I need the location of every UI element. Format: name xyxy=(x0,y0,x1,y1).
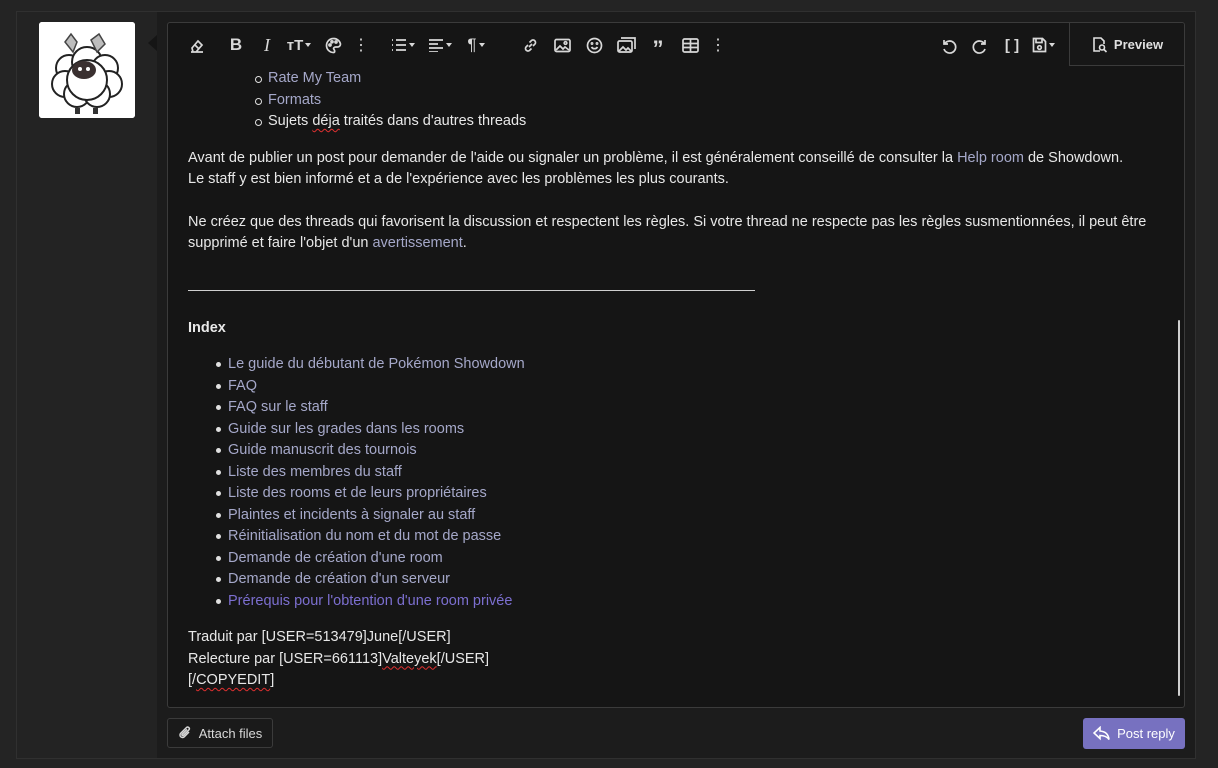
preview-label: Preview xyxy=(1113,36,1164,52)
table-icon[interactable] xyxy=(674,31,706,59)
list-item[interactable]: Liste des rooms et de leurs propriétaire… xyxy=(188,483,1164,505)
image-icon[interactable] xyxy=(546,31,578,59)
attach-files-label: Attach files xyxy=(198,725,263,741)
misspelled-word: COPYEDIT xyxy=(196,672,271,688)
save-draft-icon[interactable] xyxy=(1028,31,1058,59)
post-reply-label: Post reply xyxy=(1117,726,1175,741)
index-link[interactable]: Demande de création d'une room xyxy=(228,550,443,566)
list-item[interactable]: Plaintes et incidents à signaler au staf… xyxy=(188,505,1164,527)
sub-list: Rate My Team Formats Sujets déja traités… xyxy=(188,68,1164,133)
paragraph-help: Avant de publier un post pour demander d… xyxy=(188,148,1164,191)
list-text: traités dans d'autres threads xyxy=(339,113,527,129)
link-icon[interactable] xyxy=(514,31,546,59)
list-item[interactable]: Guide manuscrit des tournois xyxy=(188,440,1164,462)
message-editor[interactable]: B I тT ⋮ ¶ ” ⋮ [] Preview Rate My Team … xyxy=(167,22,1185,708)
paragraph-rules: Ne créez que des threads qui favorisent … xyxy=(188,212,1164,255)
preview-button[interactable]: Preview xyxy=(1069,23,1184,66)
index-link[interactable]: Plaintes et incidents à signaler au staf… xyxy=(228,507,475,523)
paragraph-icon[interactable]: ¶ xyxy=(458,31,494,59)
index-link[interactable]: FAQ xyxy=(228,378,257,394)
redo-icon[interactable] xyxy=(964,31,996,59)
index-link[interactable]: Guide sur les grades dans les rooms xyxy=(228,421,464,437)
media-icon[interactable] xyxy=(610,31,642,59)
user-column xyxy=(17,12,157,758)
sub-link-formats[interactable]: Formats xyxy=(268,92,321,108)
list-item[interactable]: Guide sur les grades dans les rooms xyxy=(188,419,1164,441)
credits: Traduit par [USER=513479]June[/USER] Rel… xyxy=(188,627,1164,692)
list-item[interactable]: Demande de création d'un serveur xyxy=(188,569,1164,591)
reply-icon xyxy=(1093,726,1110,741)
list-item[interactable]: Rate My Team xyxy=(188,68,1164,90)
editor-toolbar: B I тT ⋮ ¶ ” ⋮ [] Preview xyxy=(168,23,1184,67)
text: Le staff y est bien informé et a de l'ex… xyxy=(188,171,729,187)
preview-icon xyxy=(1093,36,1107,53)
index-link[interactable]: Réinitialisation du nom et du mot de pas… xyxy=(228,528,501,544)
text: Relecture par [USER=661113] xyxy=(188,650,383,667)
warning-link[interactable]: avertissement xyxy=(372,235,462,251)
list-item[interactable]: Le guide du débutant de Pokémon Showdown xyxy=(188,354,1164,376)
index-link[interactable]: Le guide du débutant de Pokémon Showdown xyxy=(228,356,525,372)
text: [/USER] xyxy=(436,650,490,667)
list-item[interactable]: FAQ xyxy=(188,376,1164,398)
index-title: Index xyxy=(188,319,226,336)
more-vertical-icon[interactable]: ⋮ xyxy=(706,31,730,59)
index-link[interactable]: Guide manuscrit des tournois xyxy=(228,442,417,458)
list-item: Sujets déja traités dans d'autres thread… xyxy=(188,111,1164,133)
misspelled-word: Valteyek xyxy=(382,650,437,667)
index-link[interactable]: FAQ sur le staff xyxy=(228,399,328,415)
text: . xyxy=(462,235,467,251)
list-item[interactable]: Prérequis pour l'obtention d'une room pr… xyxy=(188,591,1164,613)
list-item[interactable]: Demande de création d'une room xyxy=(188,548,1164,570)
wooloo-avatar-image xyxy=(39,22,135,118)
post-reply-button[interactable]: Post reply xyxy=(1083,718,1185,749)
list-item[interactable]: Liste des membres du staff xyxy=(188,462,1164,484)
editor-scrollbar[interactable] xyxy=(1178,320,1180,696)
help-room-link[interactable]: Help room xyxy=(957,150,1024,166)
index-link[interactable]: Prérequis pour l'obtention d'une room pr… xyxy=(228,593,512,609)
avatar[interactable] xyxy=(39,22,135,118)
index-link[interactable]: Liste des rooms et de leurs propriétaire… xyxy=(228,485,487,501)
italic-icon[interactable]: I xyxy=(252,31,282,59)
undo-icon[interactable] xyxy=(932,31,964,59)
bold-icon[interactable]: B xyxy=(220,31,252,59)
translator-credit: Traduit par [USER=513479]June[/USER] xyxy=(188,629,451,645)
text: Avant de publier un post pour demander d… xyxy=(188,149,958,166)
list-item[interactable]: FAQ sur le staff xyxy=(188,397,1164,419)
paperclip-icon xyxy=(178,726,190,739)
quote-icon[interactable]: ” xyxy=(642,27,674,63)
text: ] xyxy=(270,672,275,688)
index-list: Le guide du débutant de Pokémon Showdown… xyxy=(188,354,1164,612)
avatar-pointer xyxy=(148,35,157,51)
spellcheck-mark: ____________ xyxy=(338,53,418,57)
list-item[interactable]: Formats xyxy=(188,90,1164,112)
text: [/ xyxy=(188,672,197,688)
editor-content[interactable]: ____________ Rate My Team Formats Sujets… xyxy=(188,53,1164,707)
clear-formatting-icon[interactable] xyxy=(188,31,206,59)
text: Ne créez que des threads qui favorisent … xyxy=(188,213,1147,252)
attach-files-button[interactable]: Attach files xyxy=(167,718,273,748)
sub-link-rate-my-team[interactable]: Rate My Team xyxy=(268,70,361,86)
text: de Showdown. xyxy=(1023,149,1124,166)
font-size-icon[interactable]: тT xyxy=(282,31,316,59)
bbcode-toggle-icon[interactable]: [ ] xyxy=(996,31,1028,59)
list-text: Sujets xyxy=(268,113,313,129)
list-item[interactable]: Réinitialisation du nom et du mot de pas… xyxy=(188,526,1164,548)
align-icon[interactable] xyxy=(422,31,458,59)
separator-line xyxy=(188,289,755,291)
misspelled-word: déja xyxy=(312,113,340,129)
index-link[interactable]: Liste des membres du staff xyxy=(228,464,402,480)
emoji-icon[interactable] xyxy=(578,31,610,59)
index-link[interactable]: Demande de création d'un serveur xyxy=(228,571,450,587)
